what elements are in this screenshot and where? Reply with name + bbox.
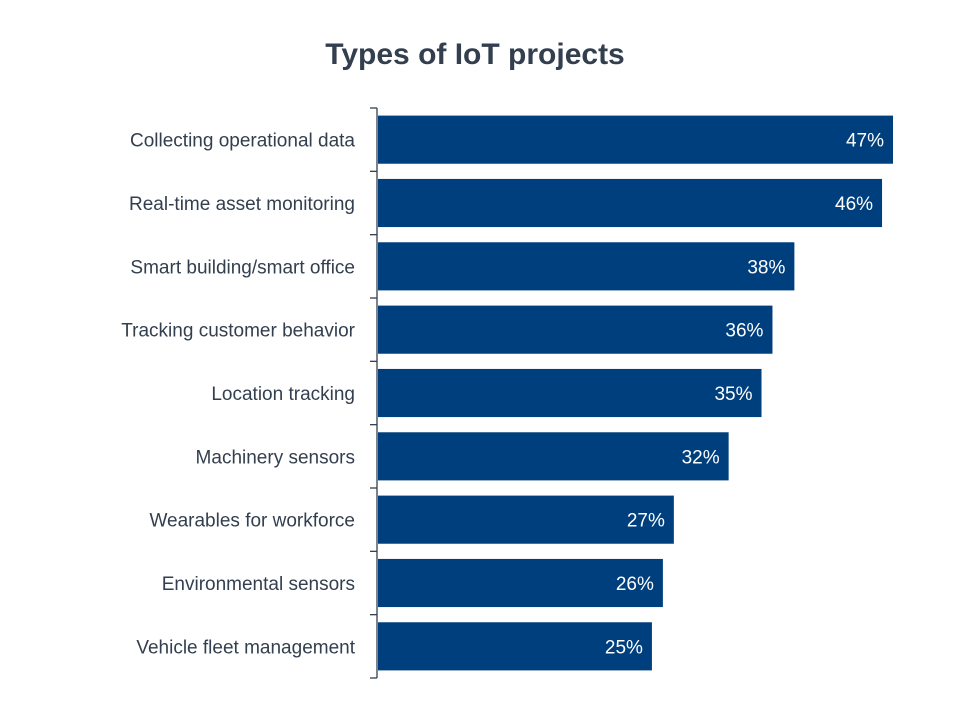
data-label: 26%	[616, 574, 654, 595]
data-label: 25%	[605, 637, 643, 658]
category-label: Tracking customer behavior	[121, 321, 355, 342]
bar	[378, 115, 893, 164]
data-label: 38%	[747, 257, 785, 278]
category-label: Machinery sensors	[196, 447, 355, 468]
bar	[378, 242, 795, 291]
category-label: Wearables for workforce	[149, 511, 355, 532]
category-label: Real-time asset monitoring	[129, 194, 355, 215]
bar	[378, 178, 883, 228]
data-label: 47%	[846, 131, 884, 152]
category-label: Vehicle fleet management	[136, 637, 355, 658]
data-label: 35%	[714, 384, 752, 405]
data-label: 32%	[682, 447, 720, 468]
category-label: Smart building/smart office	[130, 257, 355, 278]
category-label: Location tracking	[211, 384, 355, 405]
bar-chart: Collecting operational data 47% Real-time …	[121, 107, 893, 679]
category-label: Environmental sensors	[162, 574, 355, 595]
bar	[378, 305, 773, 354]
category-label: Collecting operational data	[130, 131, 355, 152]
data-label: 36%	[725, 321, 763, 342]
data-label: 46%	[835, 194, 873, 215]
bar	[378, 368, 762, 418]
bar	[378, 432, 729, 481]
data-label: 27%	[627, 511, 665, 532]
